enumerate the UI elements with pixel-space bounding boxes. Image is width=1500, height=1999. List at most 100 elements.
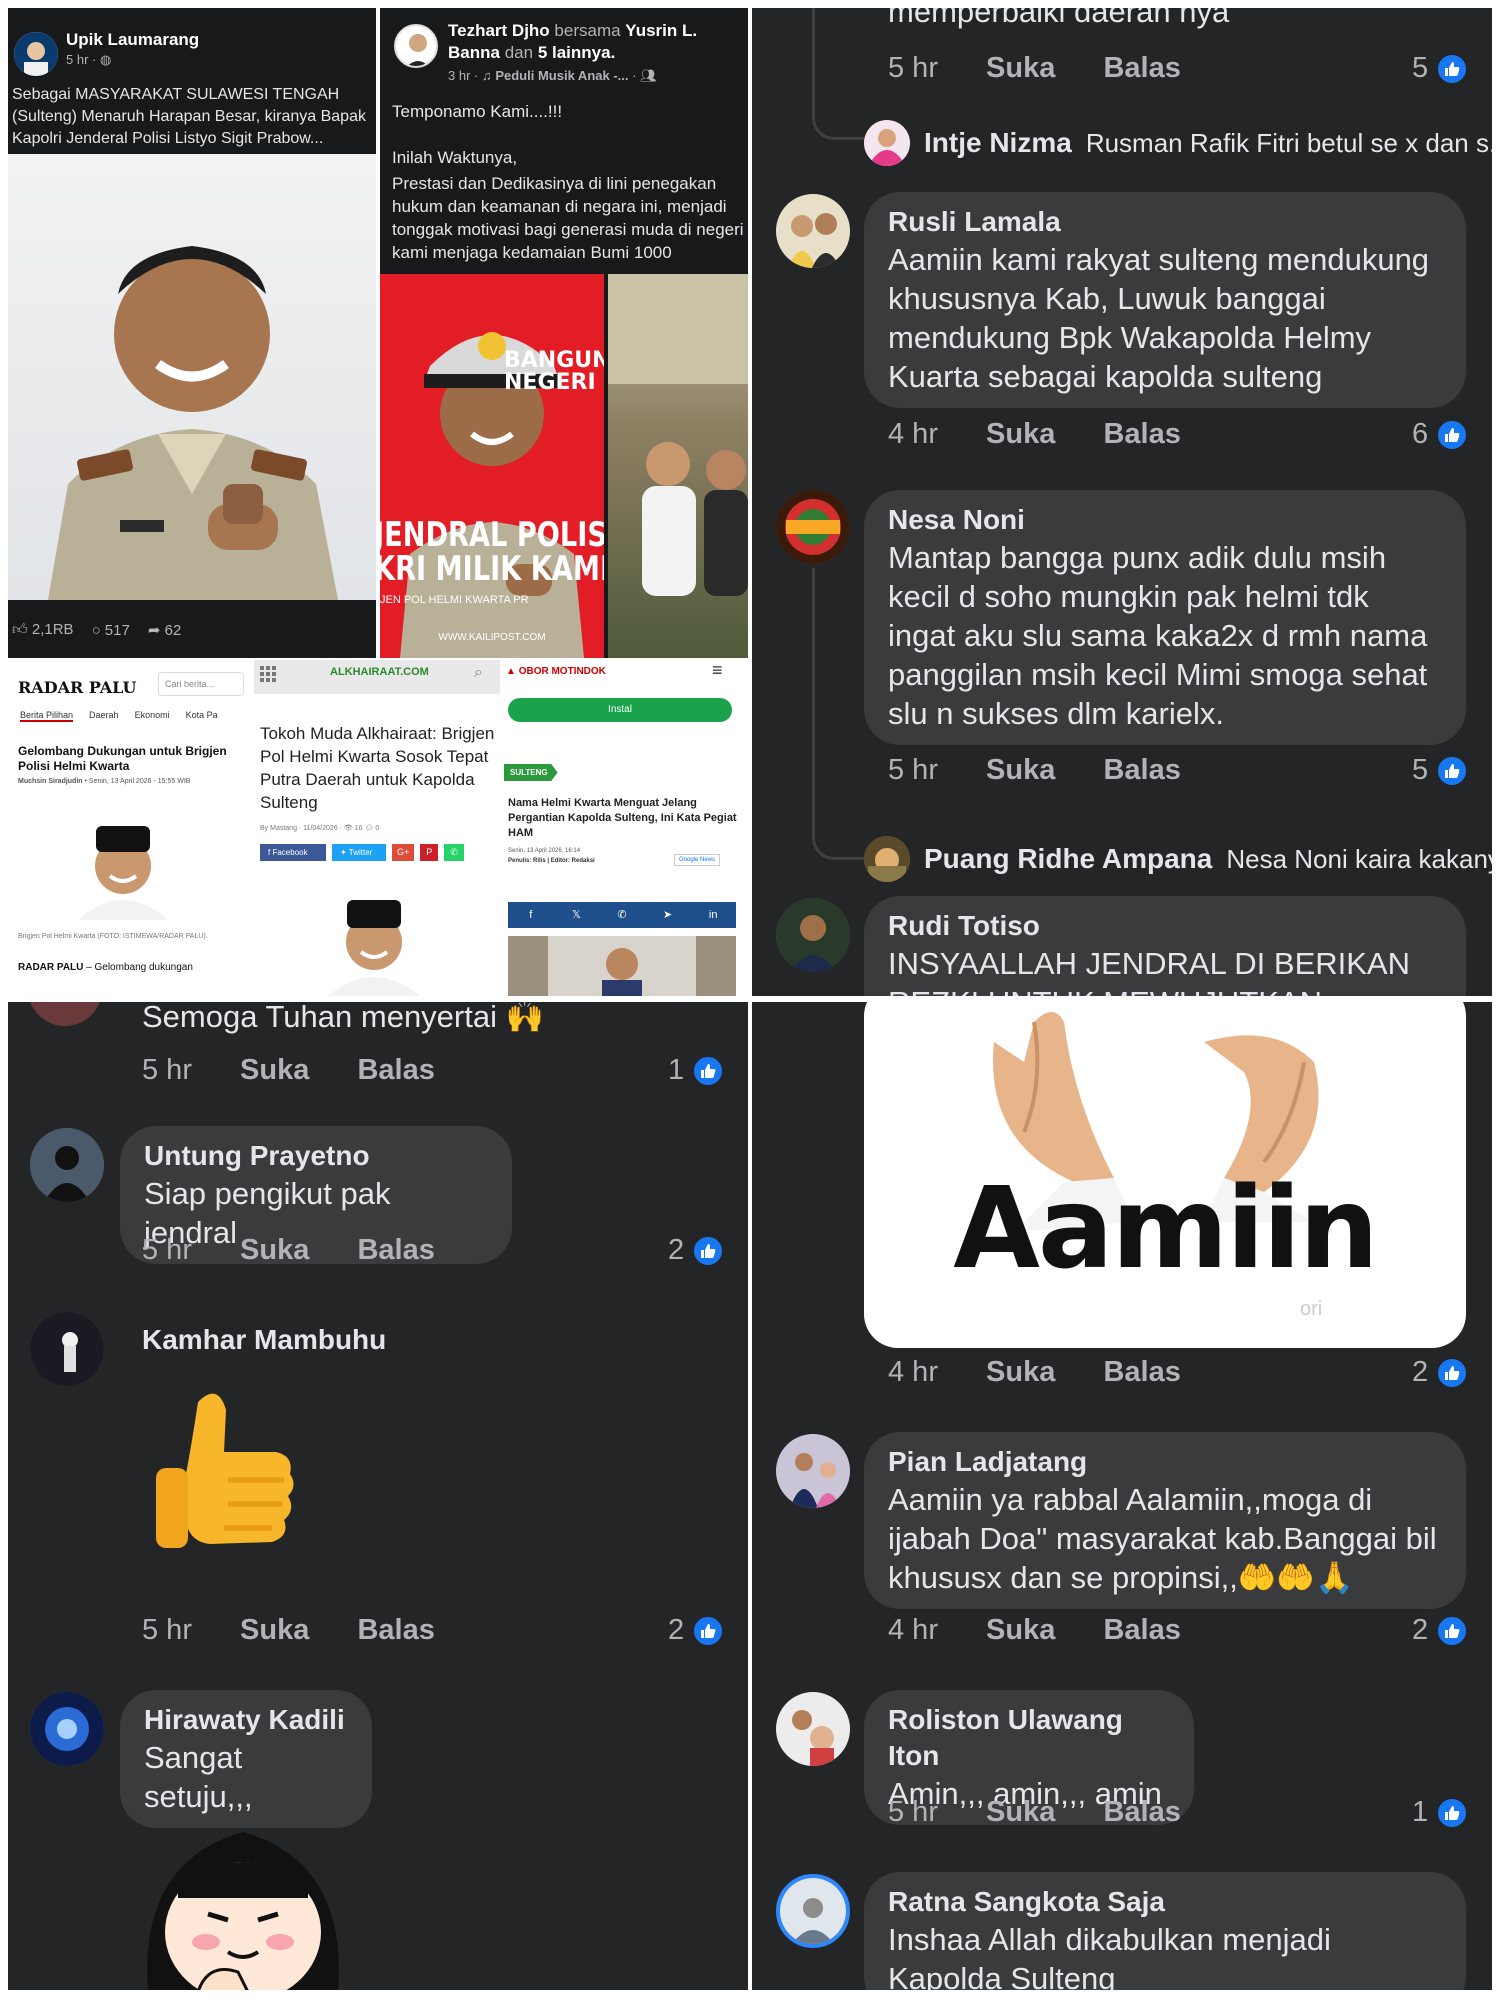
facebook-share-icon[interactable]: f: [508, 902, 554, 928]
nav-item[interactable]: Daerah: [89, 710, 119, 722]
like-link[interactable]: Suka: [240, 1614, 309, 1646]
category-badge[interactable]: SULTENG: [504, 764, 558, 781]
comment-author[interactable]: Roliston Ulawang Iton: [888, 1702, 1170, 1774]
reply-link[interactable]: Balas: [357, 1614, 434, 1646]
reply-link[interactable]: Balas: [1103, 52, 1180, 84]
reaction-count[interactable]: 2: [1412, 1356, 1469, 1389]
search-input[interactable]: Cari berita...: [158, 672, 244, 696]
avatar[interactable]: [30, 1128, 104, 1202]
avatar[interactable]: [776, 490, 850, 564]
post-photo[interactable]: [8, 154, 376, 600]
like-link[interactable]: Suka: [986, 52, 1055, 84]
avatar[interactable]: [776, 1874, 850, 1948]
avatar[interactable]: [776, 1434, 850, 1508]
linkedin-share-icon[interactable]: in: [690, 902, 736, 928]
like-link[interactable]: Suka: [986, 754, 1055, 786]
reply-intje[interactable]: Intje Nizma Rusman Rafik Fitri betul se x…: [864, 120, 1492, 166]
twitter-share-button[interactable]: ✦ Twitter: [332, 844, 386, 861]
comment-action[interactable]: ○ 517: [92, 622, 130, 639]
reply-puang[interactable]: Puang Ridhe Ampana Nesa Noni kaira kakany…: [864, 836, 1492, 882]
reaction-count[interactable]: 2: [668, 1614, 725, 1647]
avatar[interactable]: [776, 1692, 850, 1766]
comment-author[interactable]: Rudi Totiso: [888, 908, 1442, 944]
comment-author[interactable]: Kamhar Mambuhu: [142, 1324, 386, 1356]
site-logo[interactable]: RADAR PALU: [18, 678, 136, 697]
aamiin-sticker[interactable]: Aamiin ori: [864, 1002, 1466, 1348]
avatar[interactable]: [776, 194, 850, 268]
like-link[interactable]: Suka: [986, 1356, 1055, 1388]
like-link[interactable]: Suka: [986, 1796, 1055, 1828]
hamburger-menu-icon[interactable]: ≡: [712, 660, 723, 681]
reply-link[interactable]: Balas: [1103, 1356, 1180, 1388]
post-author[interactable]: Tezhart Djho: [448, 21, 550, 40]
reply-link[interactable]: Balas: [1103, 1614, 1180, 1646]
reaction-count[interactable]: 5: [1412, 754, 1469, 787]
comment-author[interactable]: Hirawaty Kadili: [144, 1702, 348, 1738]
others-link[interactable]: 5 lainnya.: [538, 43, 615, 62]
avatar[interactable]: [28, 1002, 102, 1026]
post-author[interactable]: Upik Laumarang: [66, 30, 199, 50]
reaction-count[interactable]: 1: [668, 1054, 725, 1087]
like-link[interactable]: Suka: [240, 1054, 309, 1086]
gplus-share-button[interactable]: G+: [392, 844, 415, 861]
comment-author[interactable]: Nesa Noni: [888, 502, 1442, 538]
reply-link[interactable]: Balas: [357, 1234, 434, 1266]
grid-menu-icon[interactable]: [260, 666, 276, 682]
reaction-count[interactable]: 1: [1412, 1796, 1469, 1829]
avatar[interactable]: [394, 24, 438, 68]
comment-author[interactable]: Ratna Sangkota Saja: [888, 1884, 1442, 1920]
group-icon: 👥︎: [640, 68, 657, 83]
poster-image[interactable]: BANGUNLAHNEGERI INI JENDRAL POLISIKRI MI…: [380, 274, 604, 658]
article-lead: RADAR PALU – Gelombang dukungan: [18, 962, 193, 973]
reaction-count[interactable]: 5: [1412, 52, 1469, 85]
comment-author[interactable]: Pian Ladjatang: [888, 1444, 1442, 1480]
pinterest-share-button[interactable]: P: [420, 844, 439, 861]
article-headline[interactable]: Nama Helmi Kwarta Menguat Jelang Pergant…: [508, 796, 740, 841]
post-line1: Temponamo Kami....!!!: [392, 102, 563, 121]
photo-people[interactable]: [608, 274, 748, 658]
avatar[interactable]: [864, 120, 910, 166]
like-action[interactable]: 👍︎ 2,1RB: [12, 621, 74, 639]
reaction-count[interactable]: 2: [668, 1234, 725, 1267]
install-button[interactable]: Instal: [508, 698, 732, 722]
x-share-icon[interactable]: 𝕏: [553, 902, 600, 928]
reply-link[interactable]: Balas: [357, 1054, 434, 1086]
facebook-share-button[interactable]: f Facebook: [260, 844, 326, 861]
post-text: Sebagai MASYARAKAT SULAWESI TENGAH (Sult…: [12, 86, 366, 147]
comment-time: 5 hr: [142, 1614, 192, 1646]
thumb-up-icon: 👍︎: [12, 621, 28, 638]
nav-item[interactable]: Ekonomi: [135, 710, 170, 722]
reply-link[interactable]: Balas: [1103, 754, 1180, 786]
article-headline[interactable]: Gelombang Dukungan untuk Brigjen Polisi …: [18, 744, 248, 774]
like-link[interactable]: Suka: [240, 1234, 309, 1266]
whatsapp-share-button[interactable]: ✆: [444, 844, 464, 861]
avatar[interactable]: [864, 836, 910, 882]
avatar[interactable]: [30, 1692, 104, 1766]
like-link[interactable]: Suka: [986, 1614, 1055, 1646]
search-icon[interactable]: ⌕: [474, 664, 483, 682]
site-logo[interactable]: ▲ OBOR MOTINDOK: [506, 666, 606, 677]
reply-link[interactable]: Balas: [1103, 1796, 1180, 1828]
post-time: 5 hr · ◍: [66, 52, 112, 67]
thumb-up-icon: [692, 1054, 725, 1087]
reaction-count[interactable]: 6: [1412, 418, 1469, 451]
article-headline[interactable]: Tokoh Muda Alkhairaat: Brigjen Pol Helmi…: [260, 722, 496, 814]
share-action[interactable]: ➦ 62: [148, 621, 181, 639]
reaction-count[interactable]: 2: [1412, 1614, 1469, 1647]
group-link[interactable]: Peduli Musik Anak -...: [495, 68, 628, 83]
avatar[interactable]: [14, 32, 58, 76]
comment-author[interactable]: Untung Prayetno: [144, 1138, 488, 1174]
like-link[interactable]: Suka: [986, 418, 1055, 450]
nav-item[interactable]: Berita Pilihan: [20, 710, 74, 722]
comment-author[interactable]: Rusli Lamala: [888, 204, 1442, 240]
reply-link[interactable]: Balas: [1103, 418, 1180, 450]
google-news-button[interactable]: Google News: [674, 854, 721, 866]
avatar[interactable]: [776, 898, 850, 972]
avatar[interactable]: [30, 1312, 104, 1386]
whatsapp-share-icon[interactable]: ✆: [599, 902, 645, 928]
telegram-share-icon[interactable]: ➤: [644, 902, 691, 928]
comment-ratna: Ratna Sangkota Saja Inshaa Allah dikabul…: [864, 1872, 1466, 1990]
thumb-up-icon: [1436, 1356, 1469, 1389]
site-logo[interactable]: ALKHAIRAAT.COM: [330, 666, 429, 678]
nav-item[interactable]: Kota Pa: [186, 710, 218, 722]
